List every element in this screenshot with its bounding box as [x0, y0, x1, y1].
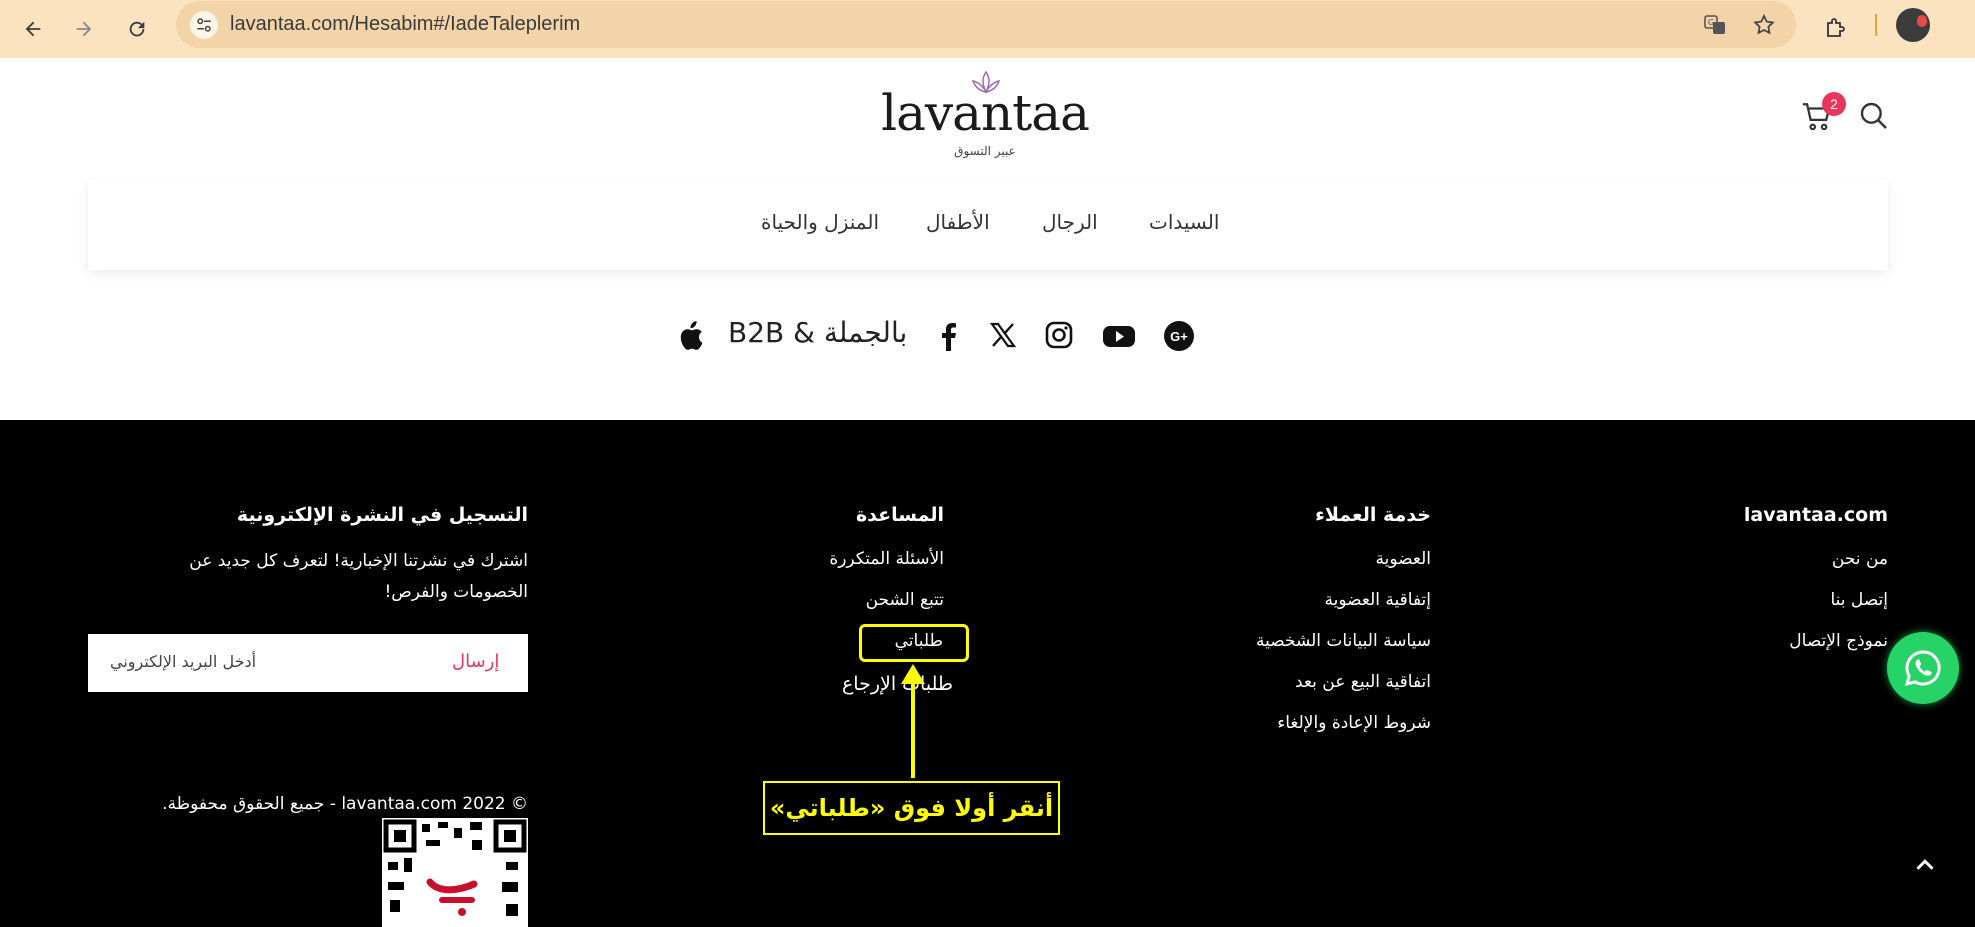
- puzzle-icon: [1827, 18, 1845, 37]
- footer-link-membership-agreement[interactable]: إتفاقية العضوية: [1325, 590, 1431, 610]
- browser-toolbar: lavantaa.com/Hesabim#/IadeTaleplerim G: [0, 0, 1975, 58]
- footer-link-membership[interactable]: العضوية: [1376, 549, 1431, 569]
- arrow-left-icon: [25, 21, 41, 37]
- newsletter-form: أدخل البريد الإلكتروني إرسال: [88, 634, 528, 692]
- apple-icon: [680, 321, 703, 350]
- x-icon: [989, 322, 1017, 348]
- cart-count-badge: 2: [1822, 92, 1846, 116]
- youtube-icon: [1103, 326, 1135, 347]
- whatsapp-icon: [1904, 650, 1941, 687]
- search-button[interactable]: [1858, 100, 1892, 134]
- whatsapp-button[interactable]: [1887, 632, 1959, 704]
- tune-icon: [197, 18, 211, 32]
- chevron-up-icon: [1916, 859, 1934, 870]
- site-info-button[interactable]: [190, 11, 218, 39]
- qr-code-icon: [383, 819, 527, 918]
- main-menu: السيدات الرجال الأطفال المنزل والحياة: [88, 180, 1888, 270]
- instagram-icon: [1045, 321, 1073, 349]
- arrow-right-icon: [76, 21, 92, 37]
- svg-text:G: G: [1708, 18, 1714, 27]
- x-twitter-link[interactable]: [988, 320, 1020, 352]
- translate-button[interactable]: G: [1700, 10, 1730, 40]
- footer-link-privacy[interactable]: سياسة البيانات الشخصية: [1256, 631, 1431, 651]
- forward-button[interactable]: [65, 10, 103, 48]
- menu-item-women[interactable]: السيدات: [1149, 210, 1219, 234]
- footer-col-brand-title: lavantaa.com: [1743, 504, 1888, 526]
- search-icon: [1860, 102, 1887, 129]
- newsletter-title: التسجيل في النشرة الإلكترونية: [236, 504, 528, 526]
- footer-link-track-shipment[interactable]: تتبع الشحن: [866, 590, 944, 610]
- bookmark-button[interactable]: [1749, 10, 1779, 40]
- newsletter-email-input[interactable]: أدخل البريد الإلكتروني: [110, 652, 256, 671]
- footer-link-contact[interactable]: إتصل بنا: [1830, 590, 1888, 610]
- footer-link-about[interactable]: من نحن: [1832, 549, 1888, 569]
- footer-col-service-title: خدمة العملاء: [1315, 504, 1431, 526]
- footer-link-contact-form[interactable]: نموذج الإتصال: [1789, 631, 1888, 651]
- logo-subtitle: عبير التسوق: [954, 144, 1016, 158]
- translate-icon: G: [1704, 15, 1725, 34]
- menu-item-men[interactable]: الرجال: [1042, 210, 1098, 234]
- footer-link-return-requests[interactable]: طلبات الإرجاع: [842, 673, 953, 695]
- address-bar[interactable]: lavantaa.com/Hesabim#/IadeTaleplerim G: [176, 1, 1796, 48]
- extensions-button[interactable]: [1818, 10, 1854, 46]
- youtube-link[interactable]: [1102, 320, 1135, 352]
- menu-item-kids[interactable]: الأطفال: [926, 210, 990, 234]
- qr-code-image: [382, 818, 528, 927]
- footer-col-help-title: المساعدة: [855, 504, 944, 526]
- star-icon: [1753, 13, 1775, 35]
- footer-link-faq[interactable]: الأسئلة المتكررة: [829, 549, 944, 569]
- svg-text:G+: G+: [1170, 329, 1188, 344]
- footer-link-distance-sales[interactable]: اتفاقية البيع عن بعد: [1295, 672, 1431, 692]
- reload-button[interactable]: [118, 10, 156, 48]
- instagram-link[interactable]: [1044, 320, 1076, 352]
- facebook-icon: [942, 323, 956, 351]
- facebook-link[interactable]: [934, 320, 966, 352]
- google-plus-link[interactable]: G+: [1163, 320, 1195, 352]
- newsletter-description: اشترك في نشرتنا الإخبارية! لتعرف كل جديد…: [189, 551, 528, 602]
- back-button[interactable]: [14, 10, 52, 48]
- reload-icon: [129, 21, 145, 37]
- google-plus-icon: G+: [1164, 321, 1194, 351]
- copyright-text: © 2022 lavantaa.com - جميع الحقوق محفوظة…: [162, 794, 528, 814]
- instruction-callout: أنقر أولا فوق «طلباتي»: [763, 781, 1060, 835]
- toolbar-separator: [1875, 14, 1877, 36]
- menu-item-home-life[interactable]: المنزل والحياة: [761, 210, 879, 234]
- b2b-wholesale-link[interactable]: بالجملة & B2B: [728, 316, 907, 349]
- scroll-to-top-button[interactable]: [1910, 850, 1940, 880]
- site-logo[interactable]: lavantaa عبير التسوق: [880, 70, 1090, 162]
- highlight-box: [859, 624, 969, 662]
- logo-text: lavantaa: [881, 84, 1090, 142]
- newsletter-send-button[interactable]: إرسال: [452, 651, 499, 672]
- apple-app-link[interactable]: [676, 320, 708, 352]
- profile-avatar[interactable]: [1896, 8, 1930, 42]
- arrow-shaft: [911, 680, 915, 778]
- url-text[interactable]: lavantaa.com/Hesabim#/IadeTaleplerim: [230, 13, 580, 36]
- footer-link-return-policy[interactable]: شروط الإعادة والإلغاء: [1277, 713, 1431, 733]
